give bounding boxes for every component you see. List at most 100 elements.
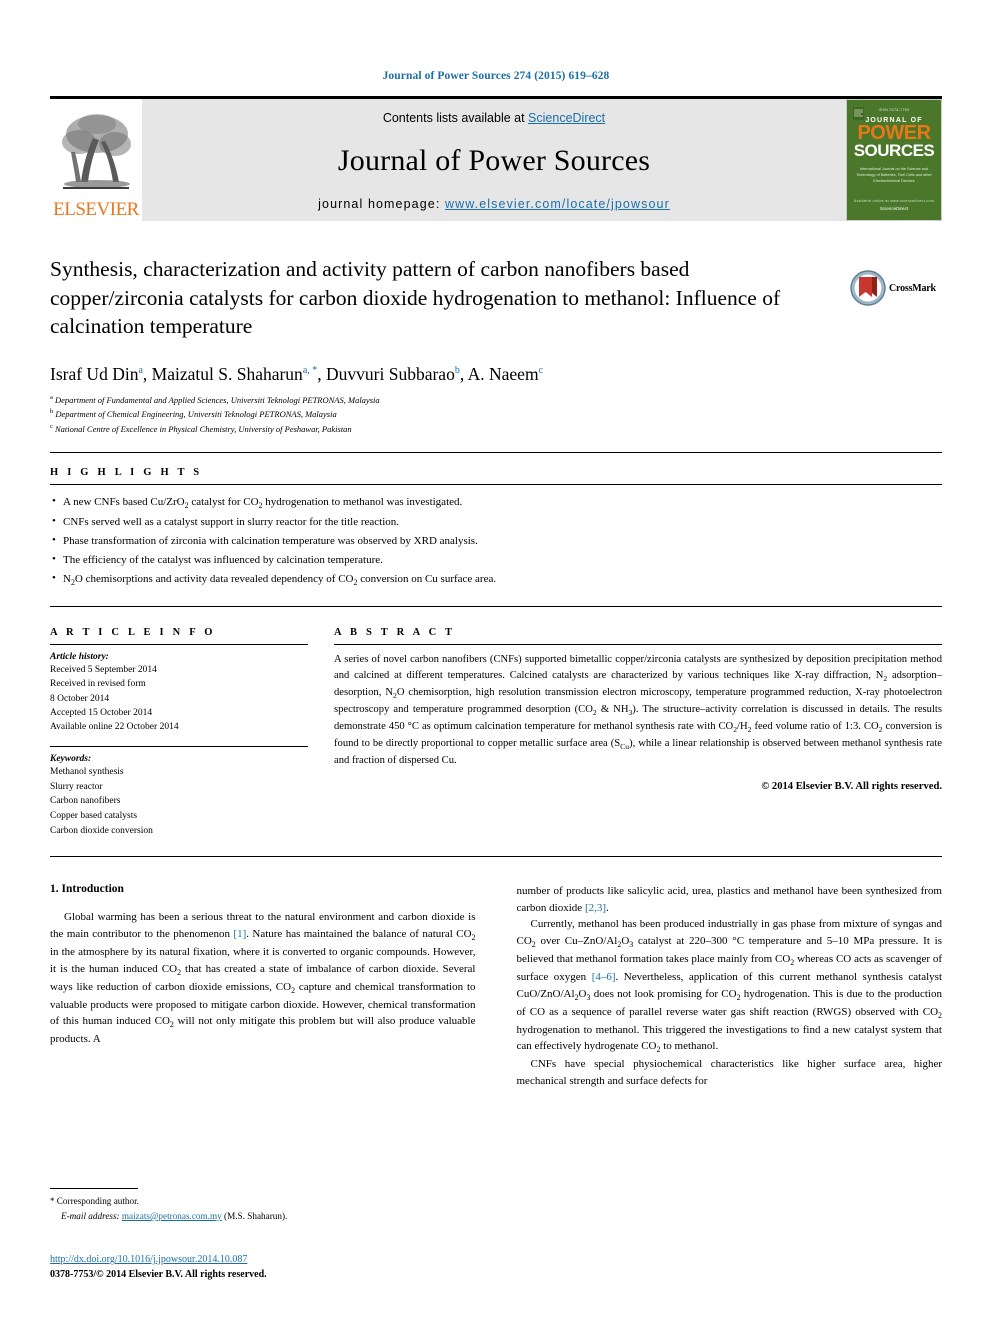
journal-cover-thumbnail: ISSN 0378-7753 JOURNAL OF POWER SOURCES … xyxy=(846,99,942,221)
article-info-heading: A R T I C L E I N F O xyxy=(50,626,216,638)
keywords-rule xyxy=(50,745,308,747)
list-item: A new CNFs based Cu/ZrO2 catalyst for CO… xyxy=(50,492,942,513)
email-label: E-mail address: xyxy=(61,1210,120,1221)
cover-footer-line1: Available online at www.sciencedirect.co… xyxy=(853,199,935,203)
author-list: Israf Ud Dina, Maizatul S. Shaharuna, *,… xyxy=(50,363,544,384)
highlight-text: N2O chemisorptions and activity data rev… xyxy=(63,572,497,588)
cover-sources-word: SOURCES xyxy=(853,141,935,160)
corresponding-author-line: * Corresponding author. xyxy=(50,1194,480,1209)
corresponding-label: Corresponding author. xyxy=(56,1196,139,1206)
affiliation-text: National Centre of Excellence in Physica… xyxy=(55,423,352,434)
highlights-list: A new CNFs based Cu/ZrO2 catalyst for CO… xyxy=(50,492,942,590)
contents-prefix: Contents lists available at xyxy=(382,111,529,125)
sciencedirect-link[interactable]: ScienceDirect xyxy=(528,111,605,125)
info-abstract-row: A R T I C L E I N F O Article history: R… xyxy=(50,627,942,839)
email-line: E-mail address: maizats@petronas.com.my … xyxy=(50,1209,480,1223)
highlights-heading: H I G H L I G H T S xyxy=(50,467,203,479)
abstract-text: A series of novel carbon nanofibers (CNF… xyxy=(334,653,943,767)
list-item: Phase transformation of zirconia with ca… xyxy=(50,531,942,551)
author-name: Duvvuri Subbarao xyxy=(326,363,455,384)
elsevier-wordmark: ELSEVIER xyxy=(53,199,139,220)
author-name: Maizatul S. Shaharun xyxy=(151,363,303,384)
cover-subtitle: International Journal on the Science and… xyxy=(856,167,932,183)
article-info-column: A R T I C L E I N F O Article history: R… xyxy=(50,627,308,839)
affiliation-mark: b xyxy=(50,408,54,416)
abstract-heading: A B S T R A C T xyxy=(334,626,456,638)
affiliation-mark: c xyxy=(50,422,53,430)
journal-homepage-link[interactable]: www.elsevier.com/locate/jpowsour xyxy=(445,197,670,211)
crossmark-badge[interactable]: CrossMark xyxy=(850,257,942,319)
affiliation-list: a Department of Fundamental and Applied … xyxy=(50,393,942,437)
footnote-rule xyxy=(50,1188,138,1189)
keyword-item: Methanol synthesis xyxy=(50,766,124,777)
intro-paragraph-left: Global warming has been a serious threat… xyxy=(50,911,476,1046)
running-head: Journal of Power Sources 274 (2015) 619–… xyxy=(382,70,610,82)
highlight-text: CNFs served well as a catalyst support i… xyxy=(63,516,400,529)
keyword-item: Copper based catalysts xyxy=(50,811,138,821)
highlights-section: H I G H L I G H T S A new CNFs based Cu/… xyxy=(50,467,942,589)
keywords-label: Keywords: xyxy=(50,753,92,764)
homepage-prefix: journal homepage: xyxy=(318,197,445,211)
author-marks: a, * xyxy=(302,364,318,376)
article-history-item: Accepted 15 October 2014 xyxy=(50,707,153,718)
divider-above-body xyxy=(50,856,942,858)
section-title-introduction: 1. Introduction xyxy=(50,883,476,895)
divider-above-abstract xyxy=(50,605,942,607)
crossmark-label: CrossMark xyxy=(889,282,936,294)
email-link[interactable]: maizats@petronas.com.my xyxy=(122,1211,222,1221)
author-marks: c xyxy=(538,364,544,376)
doi-link[interactable]: http://dx.doi.org/10.1016/j.jpowsour.201… xyxy=(50,1254,247,1265)
list-item: N2O chemisorptions and activity data rev… xyxy=(50,569,942,590)
affiliation-text: Department of Chemical Engineering, Univ… xyxy=(55,408,337,419)
cover-footer: Available online at www.sciencedirect.co… xyxy=(847,199,941,211)
highlight-text: The efficiency of the catalyst was influ… xyxy=(63,553,383,566)
keyword-item: Carbon dioxide conversion xyxy=(50,825,153,836)
intro-paragraph-right-2: Currently, methanol has been produced in… xyxy=(516,918,943,1055)
elsevier-logo: ELSEVIER xyxy=(50,99,142,221)
journal-homepage-line: journal homepage: www.elsevier.com/locat… xyxy=(318,197,670,211)
abstract-column: A B S T R A C T A series of novel carbon… xyxy=(334,627,942,839)
issn-copyright-line: 0378-7753/© 2014 Elsevier B.V. All right… xyxy=(50,1269,267,1280)
page-title: Synthesis, characterization and activity… xyxy=(50,257,781,339)
elsevier-tree-icon xyxy=(57,108,135,200)
abstract-copyright: © 2014 Elsevier B.V. All rights reserved… xyxy=(761,780,942,792)
list-item: The efficiency of the catalyst was influ… xyxy=(50,550,942,570)
article-history-item: Received 5 September 2014 xyxy=(50,664,157,675)
corresponding-marker: * xyxy=(50,1196,55,1206)
body-columns: 1. Introduction Global warming has been … xyxy=(50,883,942,1089)
contents-available-line: Contents lists available at ScienceDirec… xyxy=(383,111,605,125)
author-marks: a xyxy=(138,364,143,376)
affiliation-text: Department of Fundamental and Applied Sc… xyxy=(55,394,380,405)
affiliation-item: c National Centre of Excellence in Physi… xyxy=(50,422,942,437)
doi-block: http://dx.doi.org/10.1016/j.jpowsour.201… xyxy=(50,1249,267,1282)
affiliation-mark: a xyxy=(50,393,53,401)
keyword-item: Carbon nanofibers xyxy=(50,796,121,807)
author-name: A. Naeem xyxy=(467,363,539,384)
article-info-rule xyxy=(50,643,308,645)
section-label: Introduction xyxy=(61,883,124,896)
crossmark-icon xyxy=(850,270,886,306)
highlights-rule xyxy=(50,484,942,486)
author-name: Israf Ud Din xyxy=(50,363,139,384)
body-column-left: 1. Introduction Global warming has been … xyxy=(50,883,476,1089)
email-owner: (M.S. Shaharun). xyxy=(224,1210,288,1221)
journal-band: Contents lists available at ScienceDirec… xyxy=(142,99,846,221)
highlight-text: A new CNFs based Cu/ZrO2 catalyst for CO… xyxy=(63,496,463,511)
article-history-label: Article history: xyxy=(50,651,109,662)
corresponding-author-footnote: * Corresponding author. E-mail address: … xyxy=(50,1188,480,1223)
abstract-rule xyxy=(334,643,942,645)
title-area: Synthesis, characterization and activity… xyxy=(50,255,942,341)
affiliation-item: a Department of Fundamental and Applied … xyxy=(50,393,942,408)
cover-footer-brand: ScienceDirect xyxy=(879,206,909,211)
journal-masthead: ELSEVIER Contents lists available at Sci… xyxy=(50,96,942,221)
article-history-item: Available online 22 October 2014 xyxy=(50,722,179,733)
list-item: CNFs served well as a catalyst support i… xyxy=(50,512,942,532)
affiliation-item: b Department of Chemical Engineering, Un… xyxy=(50,407,942,422)
highlight-text: Phase transformation of zirconia with ca… xyxy=(63,535,478,548)
cover-issn: ISSN 0378-7753 xyxy=(878,108,910,112)
body-column-right: number of products like salicylic acid, … xyxy=(517,883,943,1089)
keyword-item: Slurry reactor xyxy=(50,781,103,792)
cover-elsevier-mark-icon xyxy=(853,107,864,120)
author-marks: b xyxy=(454,364,460,376)
article-history-item: 8 October 2014 xyxy=(50,693,110,704)
